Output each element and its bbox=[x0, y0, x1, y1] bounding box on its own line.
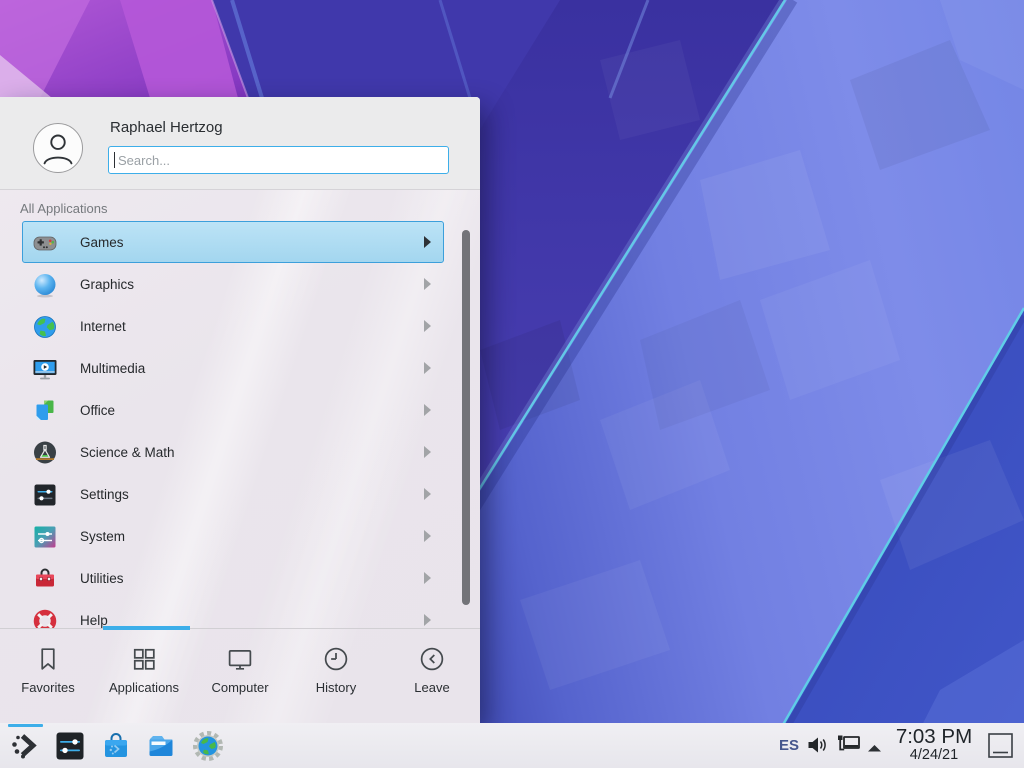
category-help[interactable]: Help bbox=[22, 599, 444, 628]
launcher-tab-bar: Favorites Applications bbox=[0, 628, 480, 723]
launcher-header: Raphael Hertzog bbox=[0, 97, 480, 190]
user-icon bbox=[34, 124, 82, 172]
utilities-icon bbox=[31, 565, 59, 593]
expand-tray-icon[interactable] bbox=[866, 740, 883, 750]
taskbar: ES 7:03 PM 4/24/21 bbox=[0, 723, 1024, 768]
launcher-active-indicator bbox=[8, 724, 43, 727]
dolphin-icon[interactable] bbox=[145, 730, 177, 762]
clock-date: 4/24/21 bbox=[888, 748, 980, 763]
desktop: Raphael Hertzog All Applications bbox=[0, 0, 1024, 768]
category-internet[interactable]: Internet bbox=[22, 305, 444, 347]
help-icon bbox=[31, 607, 59, 628]
active-tab-indicator bbox=[103, 626, 190, 630]
show-desktop-button[interactable] bbox=[987, 732, 1014, 759]
digital-clock[interactable]: 7:03 PM 4/24/21 bbox=[888, 726, 980, 763]
search-field-wrap bbox=[108, 146, 449, 174]
tab-computer[interactable]: Computer bbox=[192, 629, 288, 723]
volume-icon[interactable] bbox=[806, 735, 829, 755]
favorites-icon bbox=[33, 644, 63, 674]
applications-icon bbox=[129, 644, 159, 674]
tab-applications[interactable]: Applications bbox=[96, 629, 192, 723]
submenu-arrow-icon bbox=[424, 572, 431, 584]
multimedia-icon bbox=[31, 355, 59, 383]
category-system[interactable]: System bbox=[22, 515, 444, 557]
konqueror-icon[interactable] bbox=[192, 730, 224, 762]
category-settings[interactable]: Settings bbox=[22, 473, 444, 515]
application-launcher-menu: Raphael Hertzog All Applications bbox=[0, 97, 480, 723]
submenu-arrow-icon bbox=[424, 362, 431, 374]
submenu-arrow-icon bbox=[424, 446, 431, 458]
search-input[interactable] bbox=[108, 146, 449, 174]
network-wired-icon[interactable] bbox=[835, 733, 862, 758]
section-label: All Applications bbox=[20, 201, 107, 216]
computer-icon bbox=[225, 644, 255, 674]
submenu-arrow-icon bbox=[424, 320, 431, 332]
category-graphics[interactable]: Graphics bbox=[22, 263, 444, 305]
submenu-arrow-icon bbox=[424, 404, 431, 416]
category-list: Games Graphics bbox=[0, 221, 480, 628]
internet-icon bbox=[31, 313, 59, 341]
science-icon bbox=[31, 439, 59, 467]
text-cursor bbox=[114, 152, 115, 168]
clock-time: 7:03 PM bbox=[888, 726, 980, 748]
submenu-arrow-icon bbox=[424, 236, 431, 248]
kde-launcher-icon[interactable] bbox=[9, 730, 41, 762]
category-office[interactable]: Office bbox=[22, 389, 444, 431]
category-utilities[interactable]: Utilities bbox=[22, 557, 444, 599]
tab-leave[interactable]: Leave bbox=[384, 629, 480, 723]
office-icon bbox=[31, 397, 59, 425]
history-icon bbox=[321, 644, 351, 674]
keyboard-layout-indicator[interactable]: ES bbox=[779, 723, 799, 768]
avatar[interactable] bbox=[33, 123, 83, 173]
discover-icon[interactable] bbox=[100, 730, 132, 762]
submenu-arrow-icon bbox=[424, 278, 431, 290]
list-scrollbar[interactable] bbox=[462, 230, 470, 605]
user-name: Raphael Hertzog bbox=[110, 119, 223, 136]
graphics-icon bbox=[31, 271, 59, 299]
submenu-arrow-icon bbox=[424, 614, 431, 626]
settings-icon bbox=[31, 481, 59, 509]
games-icon bbox=[31, 229, 59, 257]
leave-icon bbox=[417, 644, 447, 674]
submenu-arrow-icon bbox=[424, 530, 431, 542]
category-science-math[interactable]: Science & Math bbox=[22, 431, 444, 473]
tab-favorites[interactable]: Favorites bbox=[0, 629, 96, 723]
system-settings-icon[interactable] bbox=[54, 730, 86, 762]
system-icon bbox=[31, 523, 59, 551]
category-multimedia[interactable]: Multimedia bbox=[22, 347, 444, 389]
submenu-arrow-icon bbox=[424, 488, 431, 500]
tab-history[interactable]: History bbox=[288, 629, 384, 723]
category-games[interactable]: Games bbox=[22, 221, 444, 263]
